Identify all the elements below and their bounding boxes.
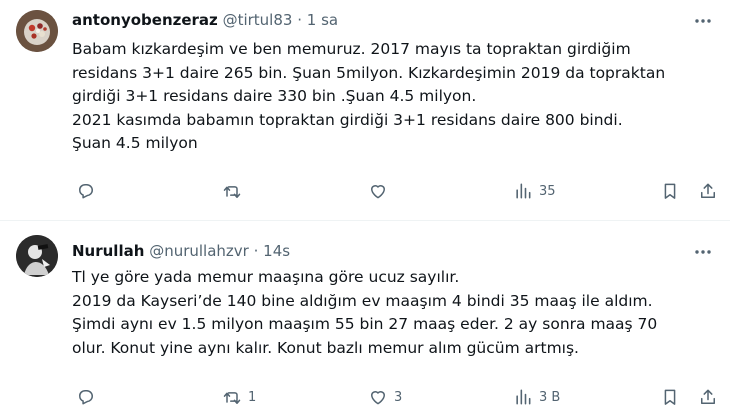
avatar[interactable] (16, 235, 58, 277)
avatar-image (16, 10, 58, 52)
tweet-text-line: Babam kızkardeşim ve ben memuruz. 2017 m… (72, 40, 631, 58)
reply-button[interactable] (76, 178, 102, 204)
author-handle[interactable]: @nurullahzvr (149, 242, 249, 260)
tweet-header: antonyobenzeraz @tirtul83 · 1 sa (72, 10, 338, 30)
tweet-2[interactable]: Nurullah @nurullahzvr · 14s Tl ye göre y… (0, 221, 730, 420)
retweet-button[interactable] (222, 178, 248, 204)
reply-icon (76, 181, 96, 201)
heart-icon (368, 181, 388, 201)
tweet-text: Tl ye göre yada memur maaşına göre ucuz … (72, 266, 722, 360)
author-handle[interactable]: @tirtul83 (223, 11, 293, 29)
share-button[interactable] (698, 384, 718, 410)
tweet-text-line: 2019 da Kayseri’de 140 bine aldığım ev m… (72, 291, 653, 310)
bookmark-button[interactable] (660, 384, 680, 410)
retweet-icon (222, 181, 242, 201)
reply-icon (76, 387, 96, 407)
tweet-header: Nurullah @nurullahzvr · 14s (72, 241, 290, 261)
tweet-text: Babam kızkardeşim ve ben memuruz. 2017 m… (72, 38, 722, 156)
heart-icon (368, 387, 388, 407)
separator-dot: · (297, 11, 302, 29)
views-button[interactable]: 35 (513, 178, 556, 204)
avatar-image (16, 235, 58, 277)
like-button[interactable]: 3 (368, 384, 402, 410)
like-button[interactable] (368, 178, 394, 204)
tweet-text-line: Şimdi aynı ev 1.5 milyon maaşım 55 bin 2… (72, 315, 658, 333)
reply-button[interactable] (76, 384, 102, 410)
timestamp[interactable]: 14s (263, 242, 290, 260)
bookmark-icon (660, 387, 680, 407)
bookmark-button[interactable] (660, 178, 680, 204)
more-icon[interactable] (692, 12, 714, 30)
views-icon (513, 387, 533, 407)
retweet-count: 1 (248, 389, 257, 405)
share-icon (698, 181, 718, 201)
like-count: 3 (394, 389, 403, 405)
views-button[interactable]: 3 B (513, 384, 560, 410)
share-button[interactable] (698, 178, 718, 204)
retweet-icon (222, 387, 242, 407)
more-icon[interactable] (692, 243, 714, 261)
author-name[interactable]: antonyobenzeraz (72, 11, 218, 29)
views-icon (513, 181, 533, 201)
action-bar: 35 (0, 178, 730, 208)
tweet-text-line: olur. Konut yine aynı kalır. Konut bazlı… (72, 338, 579, 357)
share-icon (698, 387, 718, 407)
tweet-text-line: Tl ye göre yada memur maaşına göre ucuz … (72, 268, 460, 286)
bookmark-icon (660, 181, 680, 201)
views-count: 3 B (539, 389, 561, 405)
views-count: 35 (539, 183, 556, 199)
tweet-text-line: residans 3+1 daire 265 bin. Şuan 5milyon… (72, 63, 666, 82)
author-name[interactable]: Nurullah (72, 242, 144, 260)
tweet-text-line: Şuan 4.5 milyon (72, 134, 198, 152)
separator-dot: · (253, 242, 259, 260)
action-bar: 1 3 3 B (0, 384, 730, 414)
tweet-1[interactable]: antonyobenzeraz @tirtul83 · 1 sa Babam k… (0, 0, 730, 220)
retweet-button[interactable]: 1 (222, 384, 256, 410)
tweet-text-line: 2021 kasımda babamın topraktan girdiği 3… (72, 110, 623, 129)
avatar[interactable] (16, 10, 58, 52)
timestamp[interactable]: 1 sa (307, 11, 338, 29)
tweet-text-line: girdiği 3+1 residans daire 330 bin .Şuan… (72, 87, 477, 105)
